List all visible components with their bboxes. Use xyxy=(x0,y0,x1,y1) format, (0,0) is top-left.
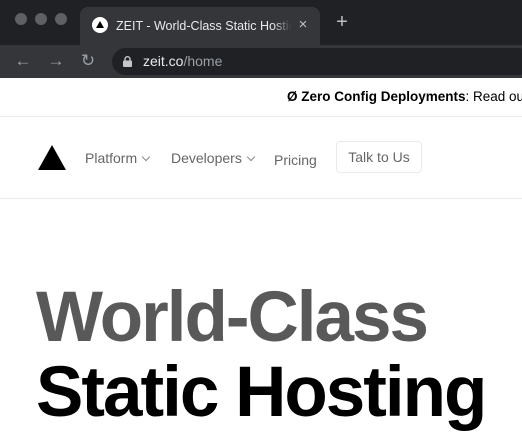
browser-tab-bar: ZEIT - World-Class Static Hosting × + xyxy=(0,0,522,45)
new-tab-icon[interactable]: + xyxy=(332,11,352,33)
announcement-text[interactable]: Ø Zero Config Deployments: Read our xyxy=(287,89,522,105)
forward-icon[interactable]: → xyxy=(45,50,67,72)
browser-tab-active[interactable]: ZEIT - World-Class Static Hosting × xyxy=(80,7,320,45)
url-host: zeit.co xyxy=(143,53,184,69)
talk-to-us-button[interactable]: Talk to Us xyxy=(336,141,422,173)
tab-title: ZEIT - World-Class Static Hosting xyxy=(116,17,291,35)
url-path: /home xyxy=(183,53,223,69)
page-content: Ø Zero Config Deployments: Read our Plat… xyxy=(0,78,522,444)
reload-icon[interactable]: ↻ xyxy=(77,50,99,72)
announcement-link-text[interactable]: : Read our xyxy=(466,89,522,104)
chevron-down-icon xyxy=(141,152,151,162)
url-text[interactable]: zeit.co/home xyxy=(143,53,222,70)
browser-toolbar: ← → ↻ zeit.co/home xyxy=(0,45,522,78)
chevron-down-icon xyxy=(246,152,256,162)
window-minimize-dot[interactable] xyxy=(35,13,47,25)
lock-icon xyxy=(123,56,132,67)
window-close-dot[interactable] xyxy=(15,13,27,25)
nav-platform-label: Platform xyxy=(85,150,138,166)
address-bar[interactable]: zeit.co/home xyxy=(112,48,522,75)
window-zoom-dot[interactable] xyxy=(55,13,67,25)
back-icon[interactable]: ← xyxy=(12,50,34,72)
hero-heading-line-1: World-Class xyxy=(36,278,429,357)
tab-close-icon[interactable]: × xyxy=(294,16,312,34)
zeit-favicon-icon xyxy=(92,17,108,33)
zeit-logo-icon[interactable] xyxy=(38,145,66,170)
nav-pricing[interactable]: Pricing xyxy=(274,151,317,169)
announcement-bar[interactable]: Ø Zero Config Deployments: Read our xyxy=(0,78,522,117)
announcement-title: Ø Zero Config Deployments xyxy=(287,89,466,104)
site-navbar: Platform Developers Pricing Talk to Us xyxy=(0,117,522,199)
nav-platform[interactable]: Platform xyxy=(85,149,151,167)
hero-heading-line-2: Static Hosting xyxy=(36,353,487,432)
nav-developers-label: Developers xyxy=(171,150,242,166)
nav-developers[interactable]: Developers xyxy=(171,149,256,167)
